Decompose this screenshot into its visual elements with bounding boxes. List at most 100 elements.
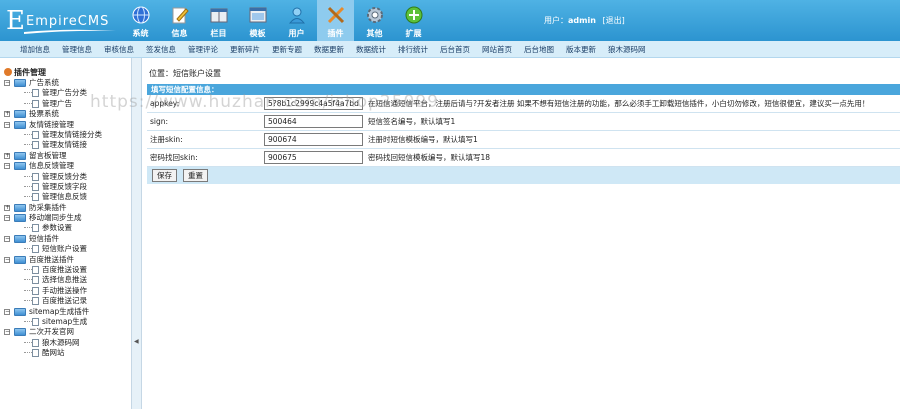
collapse-toggle-icon[interactable]: − xyxy=(4,256,10,263)
user-person-icon xyxy=(287,5,307,25)
tree-group-label: 投票系统 xyxy=(29,109,59,119)
topnav-item-5[interactable]: 插件 xyxy=(317,0,354,41)
expand-toggle-icon[interactable]: + xyxy=(4,204,10,211)
main-content: 位置：短信账户设置 填写短信配置信息： appkey: 在短信通短信平台，注册后请… xyxy=(143,58,900,409)
tree-root-label: 插件管理 xyxy=(14,68,46,77)
sidebar-splitter[interactable]: ◀ xyxy=(132,58,142,409)
topnav-label: 栏目 xyxy=(210,29,227,38)
quick-nav-link-3[interactable]: 签发信息 xyxy=(146,41,176,57)
field-input-3[interactable] xyxy=(264,151,363,164)
tree-connector xyxy=(24,320,32,322)
plugin-tools-icon xyxy=(326,5,346,25)
logo-text: EmpireCMS xyxy=(26,14,110,29)
form-row: sign: 短信签名编号，默认填写1 xyxy=(147,113,900,131)
folder-icon xyxy=(14,79,26,87)
quick-nav-link-14[interactable]: 狼木源码网 xyxy=(608,41,646,57)
topnav-label: 扩展 xyxy=(405,29,422,38)
collapse-toggle-icon[interactable]: − xyxy=(4,308,10,315)
tree-item-label: 手动推送操作 xyxy=(42,285,87,295)
page-icon xyxy=(32,130,39,139)
quick-nav-link-12[interactable]: 后台地图 xyxy=(524,41,554,57)
collapse-arrow-icon[interactable]: ◀ xyxy=(134,338,139,345)
field-hint: 密码找回短信模板编号，默认填写18 xyxy=(368,153,491,162)
expand-toggle-icon[interactable]: + xyxy=(4,152,10,159)
field-label: appkey: xyxy=(150,99,180,108)
tree-item-label: 管理友情链接分类 xyxy=(42,129,102,139)
collapse-toggle-icon[interactable]: − xyxy=(4,163,10,170)
collapse-toggle-icon[interactable]: − xyxy=(4,215,10,222)
form-row: appkey: 在短信通短信平台，注册后请与?开发者注册 如果不想有短信注册的功能… xyxy=(147,95,900,113)
page-icon xyxy=(32,224,39,233)
topnav-item-2[interactable]: 栏目 xyxy=(200,0,237,41)
field-label: 密码找回skin: xyxy=(150,153,198,162)
field-input-2[interactable] xyxy=(264,133,363,146)
folder-icon xyxy=(14,234,26,243)
tree-item-label: 参数设置 xyxy=(42,223,72,233)
topnav-item-6[interactable]: 其他 xyxy=(356,0,393,41)
expand-toggle-icon[interactable]: + xyxy=(4,111,10,118)
quick-nav-link-9[interactable]: 排行统计 xyxy=(398,41,428,57)
topnav-item-7[interactable]: 扩展 xyxy=(395,0,432,41)
page-icon xyxy=(32,297,39,306)
tree-connector xyxy=(24,279,32,281)
tree-connector xyxy=(24,144,32,146)
field-label: 注册skin: xyxy=(150,135,183,144)
tree-group-label: sitemap生成插件 xyxy=(29,306,90,316)
quick-nav-link-0[interactable]: 增加信息 xyxy=(20,41,50,57)
tree-connector xyxy=(24,133,32,135)
quick-nav-link-8[interactable]: 数据统计 xyxy=(356,41,386,57)
topnav-item-3[interactable]: 模板 xyxy=(239,0,276,41)
reset-button[interactable]: 重置 xyxy=(183,169,208,182)
tree-item-label: 短信账户设置 xyxy=(42,244,87,254)
quick-nav-link-1[interactable]: 管理信息 xyxy=(62,41,92,57)
quick-nav-bar: 增加信息 管理信息 审核信息 签发信息 管理评论 更新碎片 更新专题 数据更新 数据统计 排行统计… xyxy=(0,41,900,58)
topnav-label: 信息 xyxy=(171,29,188,38)
tree-group-label: 留言板管理 xyxy=(29,150,67,160)
collapse-toggle-icon[interactable]: − xyxy=(4,235,10,242)
tree-item-label: 百度推送设置 xyxy=(42,265,87,275)
collapse-toggle-icon[interactable]: − xyxy=(4,329,10,336)
page-icon xyxy=(32,317,39,326)
logout-link[interactable]: [退出] xyxy=(602,16,624,25)
tree-connector xyxy=(24,341,32,343)
sms-settings-form: 填写短信配置信息： appkey: 在短信通短信平台，注册后请与?开发者注册 如果… xyxy=(147,84,900,184)
page-icon xyxy=(32,99,39,108)
tree-connector xyxy=(24,300,32,302)
extend-plus-icon xyxy=(404,5,424,25)
quick-nav-link-7[interactable]: 数据更新 xyxy=(314,41,344,57)
sidebar-tree: 插件管理 − 广告系统 管理广告分类 管理广告 + 投票系统 − 友情链接管理 管理友情链接分类… xyxy=(0,58,132,409)
tree-group-label: 防采集插件 xyxy=(29,202,67,212)
quick-nav-link-2[interactable]: 审核信息 xyxy=(104,41,134,57)
tree-item-label: sitemap生成 xyxy=(42,316,88,326)
topnav-item-1[interactable]: 信息 xyxy=(161,0,198,41)
tree-connector xyxy=(24,289,32,291)
save-button[interactable]: 保存 xyxy=(152,169,177,182)
topnav-item-4[interactable]: 用户 xyxy=(278,0,315,41)
page-icon xyxy=(32,276,39,285)
quick-nav-link-6[interactable]: 更新专题 xyxy=(272,41,302,57)
quick-nav-link-10[interactable]: 后台首页 xyxy=(440,41,470,57)
topnav-item-0[interactable]: 系统 xyxy=(122,0,159,41)
field-input-0[interactable] xyxy=(264,97,363,110)
quick-nav-link-13[interactable]: 版本更新 xyxy=(566,41,596,57)
page-icon xyxy=(32,182,39,191)
system-globe-icon xyxy=(131,5,151,25)
collapse-toggle-icon[interactable]: − xyxy=(4,80,10,86)
username: admin xyxy=(568,16,596,25)
form-row: 密码找回skin: 密码找回短信模板编号，默认填写18 xyxy=(147,149,900,167)
empirecms-logo[interactable]: E EmpireCMS xyxy=(6,6,118,36)
field-input-1[interactable] xyxy=(264,115,363,128)
field-hint: 短信签名编号，默认填写1 xyxy=(368,117,456,126)
collapse-toggle-icon[interactable]: − xyxy=(4,121,10,128)
tree-item-label: 管理反馈字段 xyxy=(42,181,87,191)
quick-nav-link-5[interactable]: 更新碎片 xyxy=(230,41,260,57)
tree-connector xyxy=(24,352,32,354)
tree-group-label: 百度推送插件 xyxy=(29,254,74,264)
tree-connector xyxy=(24,175,32,177)
page-icon xyxy=(32,338,39,347)
page-icon xyxy=(32,172,39,181)
topnav-label: 系统 xyxy=(132,29,149,38)
quick-nav-link-4[interactable]: 管理评论 xyxy=(188,41,218,57)
quick-nav-link-11[interactable]: 网站首页 xyxy=(482,41,512,57)
tree-connector xyxy=(24,227,32,229)
